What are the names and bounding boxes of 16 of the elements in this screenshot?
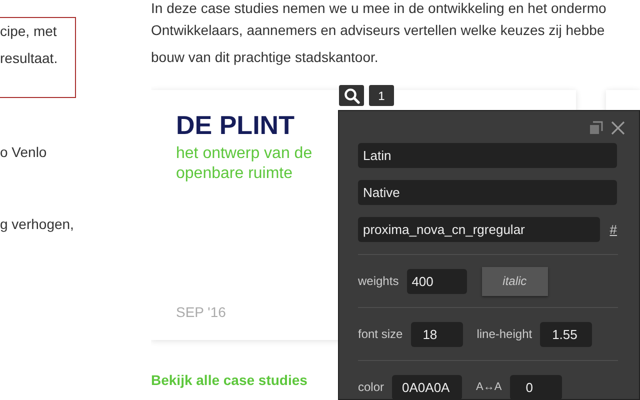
case-title: DE PLINT <box>176 110 296 141</box>
case-date: SEP '16 <box>176 304 227 320</box>
text-line: resultaat. <box>0 49 59 68</box>
text-line: o Venlo <box>0 143 48 162</box>
line-height-label: line-height <box>476 327 532 341</box>
text-line: cipe, met <box>0 22 58 41</box>
text-line: Ontwikkelaars, aannemers en adviseurs vertellen welke keuzes zij hebbe <box>151 21 606 40</box>
color-label: color <box>358 380 384 394</box>
text-line: In deze case studies nemen we u mee in de ontwikkeling en het ondermo <box>151 0 608 16</box>
text-line: bouw van dit prachtige stadskantoor. <box>151 48 380 67</box>
letter-spacing-label: A↔A <box>476 381 502 393</box>
count-badge: 1 <box>369 85 394 106</box>
case-subtitle: het ontwerp van de openbare ruimte <box>176 144 314 184</box>
font-size-label: font size <box>358 327 403 341</box>
weights-label: weights <box>358 274 399 288</box>
text-line: g verhogen, <box>0 215 75 234</box>
